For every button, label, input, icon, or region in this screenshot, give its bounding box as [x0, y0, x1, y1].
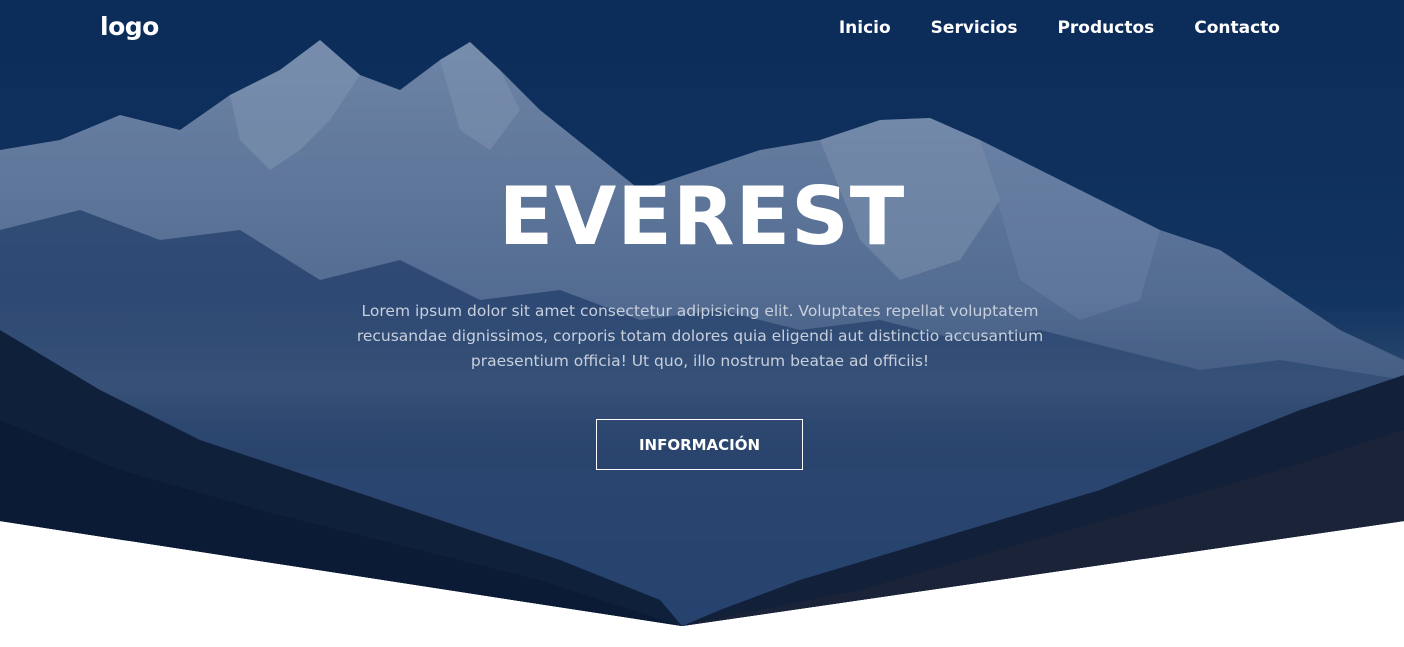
- nav-link-servicios[interactable]: Servicios: [931, 18, 1018, 38]
- navbar: logo Inicio Servicios Productos Contacto: [0, 0, 1404, 58]
- informacion-button[interactable]: INFORMACIÓN: [596, 419, 803, 470]
- nav-links: Inicio Servicios Productos Contacto: [839, 18, 1280, 38]
- nav-link-inicio[interactable]: Inicio: [839, 18, 891, 38]
- nav-link-productos[interactable]: Productos: [1057, 18, 1154, 38]
- hero-description: Lorem ipsum dolor sit amet consectetur a…: [356, 302, 1044, 370]
- nav-link-contacto[interactable]: Contacto: [1194, 18, 1280, 38]
- logo[interactable]: logo: [100, 12, 159, 41]
- hero-title: EVEREST: [498, 170, 906, 263]
- hero-section: logo Inicio Servicios Productos Contacto…: [0, 0, 1404, 647]
